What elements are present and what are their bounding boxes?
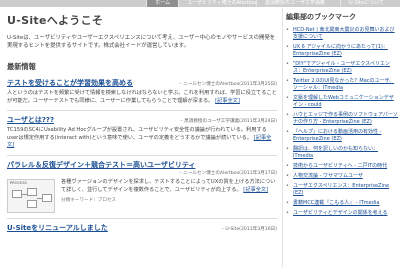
- bullet-icon: •: [286, 61, 289, 67]
- tab-kurosu-lecture[interactable]: 黒須教授のユーザ工学講義: [256, 0, 340, 7]
- entry-tags: 分類キーワード：プロセス: [61, 198, 117, 204]
- diagram-connector: [22, 193, 27, 195]
- bookmark-link[interactable]: 翻訳は、何を訳しいのかも知らない：ITmedia: [293, 146, 398, 160]
- section-heading-news: 最新情報: [7, 62, 36, 71]
- entry-title-link[interactable]: ユーザとは???: [7, 115, 54, 125]
- bullet-icon: •: [286, 44, 289, 50]
- diagram-connector: [37, 197, 42, 199]
- bookmark-item: • 書籍MCC連載『こもる人』 - ITmedia: [286, 200, 398, 207]
- site-intro: U-Siteは、ユーザビリティやユーザーエクスペリエンスについて考え、ユーザー中…: [7, 35, 276, 49]
- bullet-icon: •: [286, 78, 289, 84]
- bookmark-item: • 翻訳は、何を訳しいのかも知らない：ITmedia: [286, 146, 398, 160]
- bookmark-item: • 『ヘルプ』における動画活用の有効性 - EnterpriseZine (EZ): [286, 129, 398, 143]
- divider: [7, 110, 277, 112]
- bookmark-link[interactable]: 人物交流論 - ワサマワムユーザ: [293, 173, 363, 180]
- bullet-icon: •: [286, 163, 289, 169]
- bookmark-item: • HCD-Net | 東北関東大震災のお見舞いおよび支援について: [286, 27, 398, 41]
- news-entry: テストを受けることが学習効果を高める – ニールセン博士のAlertbox(20…: [7, 78, 277, 105]
- bookmark-item: • 人物交流論 - ワサマワムユーザ: [286, 173, 398, 180]
- bookmark-link[interactable]: 『ヘルプ』における動画活用の有効性 - EnterpriseZine (EZ): [293, 129, 398, 143]
- entry-title-link[interactable]: パラレル＆反復デザイン＋競合テスト＝高いユーザビリティ: [7, 160, 195, 170]
- bookmark-item: • ハウとエッジで作る事例のソフトウェアパーソナの作り方 - Enterprise…: [286, 112, 398, 126]
- bookmark-item: • UX 6 アジャイルに向かうにあたって(1)：EnterpriseZine (…: [286, 44, 398, 58]
- bookmark-item: • 文脈を理解したWebコミュニケーションデザイン - could: [286, 95, 398, 109]
- bookmark-link[interactable]: ハウとエッジで作る事例のソフトウェアパーソナの作り方 - EnterpriseZ…: [293, 112, 398, 126]
- bookmark-item: • "DIY"でアジャイル・ユーザエクスペリエンス：EnterpriseZine …: [286, 61, 398, 75]
- bookmark-link[interactable]: 技術からユーザビリティへ - 二戸ITの時代: [293, 163, 387, 170]
- bookmark-link[interactable]: ユーザエクスペリエンス：EnterpriseZine (EZ): [293, 183, 398, 197]
- news-entry: U-Siteをリニューアルしました – U-Site(2011年3月16日): [7, 223, 277, 233]
- entry-header: ユーザとは??? – 黒須教授のユーザ工学講義(2011年3月24日): [7, 115, 277, 125]
- entry-header: パラレル＆反復デザイン＋競合テスト＝高いユーザビリティ: [7, 160, 277, 170]
- bookmark-link[interactable]: HCD-Net | 東北関東大震災のお見舞いおよび支援について: [293, 27, 398, 41]
- bookmark-item: • ユーザビリティとデザインの関係を考える: [286, 210, 398, 217]
- bullet-icon: •: [286, 129, 289, 135]
- bullet-icon: •: [286, 112, 289, 118]
- thumbnail-label: PROCESS: [10, 180, 27, 185]
- main-content: U-Siteへようこそ U-Siteは、ユーザビリティやユーザーエクスペリエンス…: [7, 12, 277, 267]
- tab-home[interactable]: ホーム: [146, 0, 178, 7]
- bullet-icon: •: [286, 183, 289, 189]
- bookmark-item: • Twitter 2.0のUI見なかった？Macのユーザ、ソーシャル：ITmed…: [286, 78, 398, 92]
- bookmark-item: • 技術からユーザビリティへ - 二戸ITの時代: [286, 163, 398, 170]
- bookmark-link[interactable]: 書籍MCC連載『こもる人』 - ITmedia: [293, 200, 379, 207]
- entry-header: テストを受けることが学習効果を高める – ニールセン博士のAlertbox(20…: [7, 78, 277, 88]
- bookmark-link[interactable]: UX 6 アジャイルに向かうにあたって(1)：EnterpriseZine (E…: [293, 44, 398, 58]
- sidebar: 編集部のブックマーク • HCD-Net | 東北関東大震災のお見舞いおよび支援に…: [286, 12, 398, 267]
- read-more-link[interactable]: [記事全文]: [215, 98, 240, 104]
- bookmark-link[interactable]: "DIY"でアジャイル・ユーザエクスペリエンス：EnterpriseZine (…: [293, 61, 398, 75]
- entry-header: U-Siteをリニューアルしました – U-Site(2011年3月16日): [7, 223, 277, 233]
- sidebar-title: 編集部のブックマーク: [286, 13, 356, 21]
- entry-meta: – 黒須教授のユーザ工学講義(2011年3月24日): [180, 119, 277, 125]
- bookmark-item: • ユーザエクスペリエンス：EnterpriseZine (EZ): [286, 183, 398, 197]
- entry-summary: 各種ヴァージョンのデザインを探求し、テストすることによってUXの質を上げる方法に…: [61, 179, 277, 194]
- entry-content: PROCESS 各種ヴァージョンのデザインを探求し、テストすることによってUXの…: [7, 178, 277, 213]
- divider: [7, 217, 277, 219]
- bullet-icon: •: [286, 27, 289, 33]
- bullet-icon: •: [286, 210, 289, 216]
- entry-summary-text: TC159のSC4にUsability Ad Hocグループが設置され、ユーザビ…: [7, 127, 267, 141]
- tab-about-usite[interactable]: U-Siteについて: [340, 0, 400, 7]
- top-navigation: ホーム ユーザビリティ博士のAlertbox 黒須教授のユーザ工学講義 U-Si…: [0, 0, 400, 7]
- entry-title-link[interactable]: U-Siteをリニューアルしました: [7, 223, 108, 233]
- news-entry: パラレル＆反復デザイン＋競合テスト＝高いユーザビリティ – ニールセン博士のAl…: [7, 160, 277, 213]
- bookmark-link[interactable]: Twitter 2.0のUI見なかった？Macのユーザ、ソーシャル：ITmedi…: [293, 78, 398, 92]
- bullet-icon: •: [286, 95, 289, 101]
- read-more-link[interactable]: [記事全文]: [243, 187, 268, 193]
- process-diagram-thumbnail[interactable]: PROCESS: [7, 178, 55, 213]
- diagram-box: [27, 187, 37, 196]
- entry-title-link[interactable]: テストを受けることが学習効果を高める: [7, 78, 133, 88]
- news-entry: ユーザとは??? – 黒須教授のユーザ工学講義(2011年3月24日) TC15…: [7, 115, 277, 150]
- divider: [7, 154, 277, 156]
- bookmark-link[interactable]: 文脈を理解したWebコミュニケーションデザイン - could: [293, 95, 398, 109]
- bullet-icon: •: [286, 146, 289, 152]
- column-divider: [282, 8, 283, 267]
- bullet-icon: •: [286, 200, 289, 206]
- page-title: U-Siteへようこそ: [7, 14, 104, 27]
- entry-summary: 人というのはテストを頻繁に受けて情報を検索しなければならないと学ぶ。これを利用す…: [7, 90, 277, 105]
- bullet-icon: •: [286, 173, 289, 179]
- diagram-box: [27, 199, 37, 208]
- tab-alertbox[interactable]: ユーザビリティ博士のAlertbox: [178, 0, 256, 7]
- entry-meta: – U-Site(2011年3月16日): [221, 226, 277, 232]
- bookmark-link[interactable]: ユーザビリティとデザインの関係を考える: [293, 210, 387, 217]
- entry-summary: TC159のSC4にUsability Ad Hocグループが設置され、ユーザビ…: [7, 127, 277, 150]
- entry-meta: – ニールセン博士のAlertbox(2011年3月17日): [179, 170, 277, 176]
- diagram-box: [42, 193, 52, 202]
- entry-meta: – ニールセン博士のAlertbox(2011年3月25日): [179, 82, 277, 87]
- diagram-box: [12, 189, 22, 198]
